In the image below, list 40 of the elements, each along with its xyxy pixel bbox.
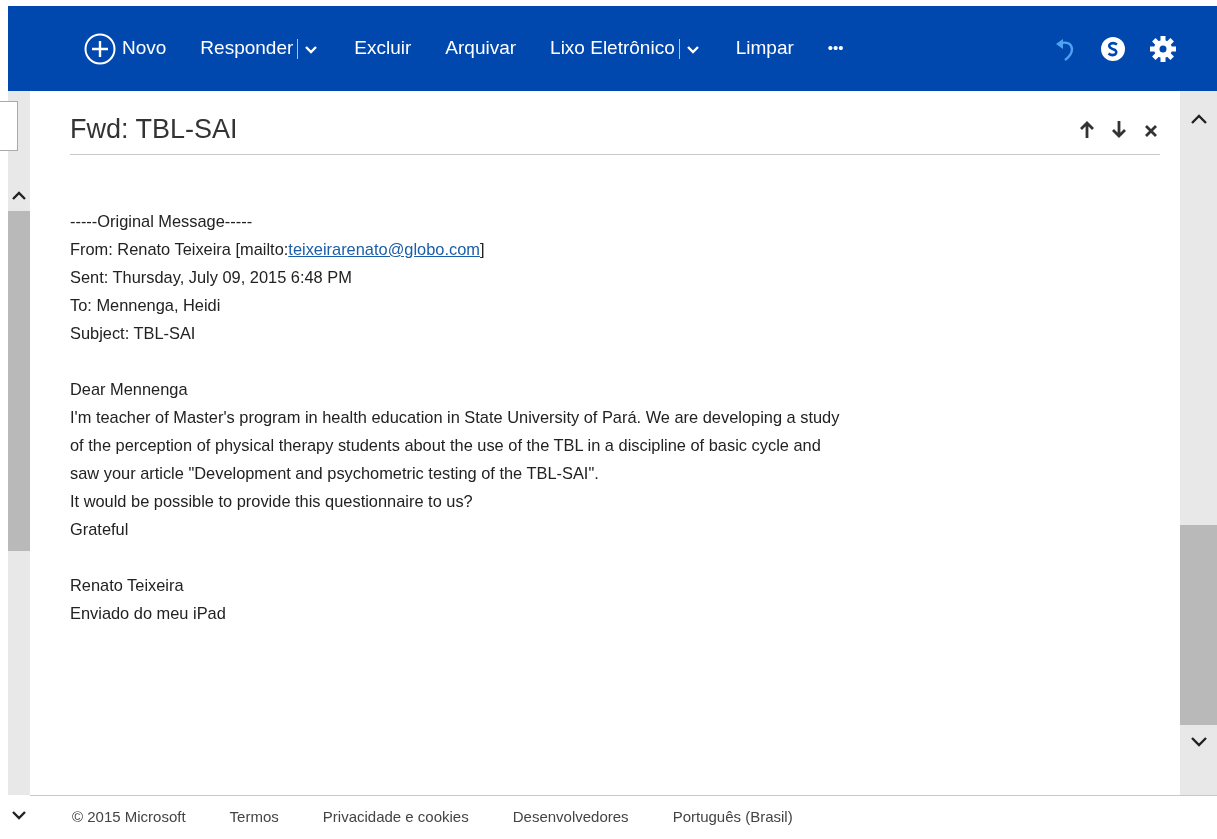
search-field[interactable] [0,101,18,151]
body-text: Grateful [70,519,130,540]
plus-circle-icon [84,32,116,65]
message-subject: Fwd: TBL-SAI [70,113,238,146]
signature-text: Enviado do meu iPad [70,603,227,624]
toolbar-button[interactable]: Limpar [735,34,794,63]
more-button[interactable]: ••• [827,37,844,60]
body-text: saw your article "Development and psychometric testing of the TBL-SAI". [70,463,600,484]
header-line: Sent: Thursday, July 09, 2015 6:48 PM [70,267,353,288]
footer-link[interactable]: Desenvolvedores [512,806,629,829]
header-line: From: Renato Teixeira [mailto:teixeirarenato@globo.com] [70,239,486,260]
copyright-text: © 2015 Microsoft [72,807,186,828]
body-text: Dear Mennenga [70,379,189,400]
toolbar-button[interactable]: Responder [200,34,294,63]
scroll-up-icon[interactable] [11,189,27,201]
scroll-down-icon[interactable] [1189,735,1208,747]
toolbar-button[interactable]: Arquivar [445,34,517,63]
footer-link[interactable]: Termos [229,806,279,829]
previous-arrow-icon[interactable] [1078,120,1096,139]
next-arrow-icon[interactable] [1110,120,1128,139]
skype-icon[interactable] [1099,34,1127,63]
footer-link[interactable]: Privacidade e cookies [322,806,469,829]
scroll-down-icon[interactable] [11,809,27,821]
toolbar-button[interactable]: Lixo Eletrônico [550,34,675,63]
scrollbar-thumb[interactable] [1180,525,1217,725]
header-line: To: Mennenga, Heidi [70,295,222,316]
header-line: -----Original Message----- [70,211,254,232]
settings-icon[interactable] [1149,34,1177,63]
scroll-up-icon[interactable] [1189,113,1208,125]
body-text: It would be possible to provide this questionnaire to us? [70,491,474,512]
toolbar-button[interactable]: Excluir [354,34,412,63]
body-text: of the perception of physical therapy students about the use of the TBL in a discipline of basic cycle and [70,435,822,456]
footer-link[interactable]: Português (Brasil) [672,806,793,829]
signature-text: Renato Teixeira [70,575,185,596]
scrollbar-thumb[interactable] [8,211,30,551]
new-label: Novo [122,36,167,61]
header-line: Subject: TBL-SAI [70,323,197,344]
body-text: I'm teacher of Master's program in health education in State University of Pará. We are developing a study [70,407,841,428]
email-link[interactable]: teixeirarenato@globo.com [288,240,480,258]
new-button[interactable]: Novo [84,32,167,65]
